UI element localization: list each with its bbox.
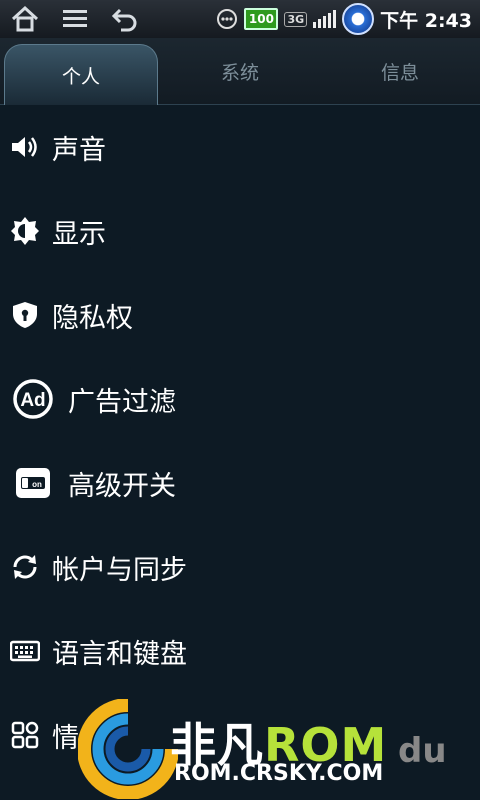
list-item-advanced-switch[interactable]: on 高级开关 <box>0 441 480 525</box>
svg-text:on: on <box>32 480 42 489</box>
more-icon <box>217 9 238 29</box>
sync-icon <box>10 552 40 582</box>
battery-indicator: 100 <box>244 8 279 30</box>
shield-lock-icon <box>10 300 40 330</box>
list-item-label: 高级开关 <box>68 470 176 502</box>
status-time: 下午 2:43 <box>380 9 472 32</box>
list-item-label: 帐户与同步 <box>52 554 187 586</box>
list-item-label: 隐私权 <box>52 302 133 334</box>
brightness-icon <box>10 216 40 246</box>
list-item-language-keyboard[interactable]: 语言和键盘 <box>0 609 480 693</box>
keyboard-icon <box>10 636 40 666</box>
power-plug-icon <box>342 3 375 35</box>
tab-system[interactable]: 系统 <box>160 38 320 104</box>
list-item-accounts-sync[interactable]: 帐户与同步 <box>0 525 480 609</box>
watermark-du: du <box>398 731 447 771</box>
svg-text:Ad: Ad <box>20 390 45 411</box>
ad-block-icon: Ad <box>12 378 54 420</box>
menu-icon <box>63 10 87 27</box>
settings-list: 声音 显示 隐私权 Ad 广告过滤 on 高级开关 帐户与同步 语言和键盘 情 <box>0 105 480 777</box>
apps-grid-icon <box>10 720 40 750</box>
list-item-privacy[interactable]: 隐私权 <box>0 273 480 357</box>
watermark: 非凡ROM ROM.CRSKY.COM du <box>70 695 480 800</box>
tab-info[interactable]: 信息 <box>320 38 480 104</box>
signal-icon <box>313 10 337 28</box>
list-item-sound[interactable]: 声音 <box>0 105 480 189</box>
list-item-label: 声音 <box>52 134 106 166</box>
watermark-url: ROM.CRSKY.COM <box>174 761 384 786</box>
tab-bar: 个人 系统 信息 <box>0 38 480 105</box>
menu-button[interactable] <box>50 0 100 38</box>
list-item-label: 显示 <box>52 218 106 250</box>
home-button[interactable] <box>0 0 50 38</box>
list-item-display[interactable]: 显示 <box>0 189 480 273</box>
toggle-on-icon: on <box>12 462 54 504</box>
list-item-label: 语言和键盘 <box>52 638 187 670</box>
home-icon <box>11 5 39 32</box>
watermark-logo-swirl <box>78 699 178 799</box>
back-icon <box>111 8 137 32</box>
speaker-icon <box>10 132 40 162</box>
back-button[interactable] <box>100 0 150 38</box>
tab-personal[interactable]: 个人 <box>4 44 158 105</box>
list-item-label: 广告过滤 <box>68 386 176 418</box>
status-bar: 100 3G 下午 2:43 <box>0 0 480 38</box>
list-item-ad-filter[interactable]: Ad 广告过滤 <box>0 357 480 441</box>
network-type: 3G <box>284 11 308 27</box>
